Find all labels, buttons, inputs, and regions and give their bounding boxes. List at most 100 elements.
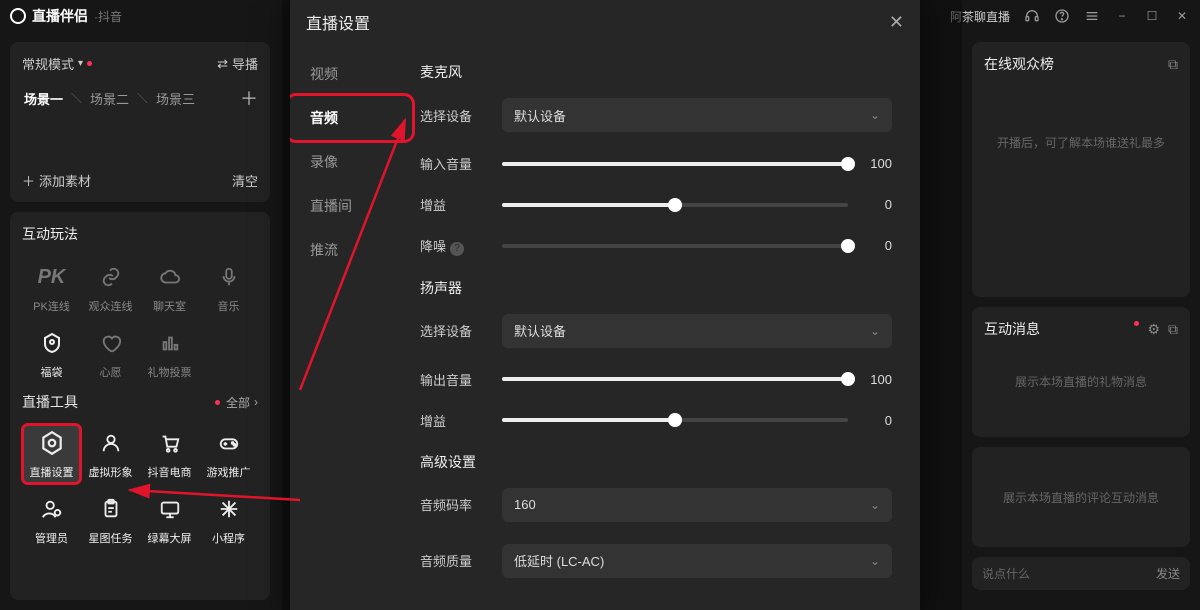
speaker-device-select[interactable]: 默认设备⌄ <box>502 314 892 348</box>
star-task-button[interactable]: 星图任务 <box>81 490 140 550</box>
advanced-section-title: 高级设置 <box>420 452 892 472</box>
add-scene-button[interactable]: ＋ <box>240 85 258 111</box>
popout-icon[interactable]: ⧉ <box>1168 321 1178 338</box>
modal-close-button[interactable]: ✕ <box>889 12 904 33</box>
cart-icon <box>155 428 185 458</box>
scene-tab-3[interactable]: 场景三 <box>154 87 197 110</box>
gear-icon <box>37 428 67 458</box>
messages-card: 互动消息 ⚙⧉ 展示本场直播的礼物消息 <box>972 307 1190 437</box>
add-material-button[interactable]: ＋ 添加素材 <box>22 171 91 190</box>
speaker-gain-label: 增益 <box>420 411 488 430</box>
modal-title: 直播设置 <box>306 10 370 34</box>
chat-label: 聊天室 <box>153 298 186 314</box>
bag-label: 福袋 <box>41 364 63 380</box>
quality-select[interactable]: 低延时 (LC-AC)⌄ <box>502 544 892 578</box>
live-settings-button[interactable]: 直播设置 <box>22 424 81 484</box>
audience-link-button[interactable]: 观众连线 <box>81 258 140 318</box>
mic-device-select[interactable]: 默认设备 ⌄ <box>502 98 892 132</box>
mic-device-value: 默认设备 <box>514 106 566 125</box>
avatar-label: 虚拟形象 <box>89 464 133 480</box>
send-button[interactable]: 发送 <box>1156 565 1180 582</box>
right-sidebar: 在线观众榜 ⧉ 开播后，可了解本场谁送礼最多 互动消息 ⚙⧉ 展示本场直播的礼物… <box>962 32 1200 610</box>
nav-video[interactable]: 视频 <box>290 54 410 94</box>
denoise-value: 0 <box>862 238 892 253</box>
output-volume-slider[interactable] <box>502 377 848 381</box>
game-promo-button[interactable]: 游戏推广 <box>199 424 258 484</box>
comment-input[interactable]: 说点什么 <box>982 565 1030 582</box>
scene-tab-2[interactable]: 场景二 <box>88 87 131 110</box>
bitrate-select[interactable]: 160 ⌄ <box>502 488 892 522</box>
output-volume-value: 100 <box>862 372 892 387</box>
speaker-gain-slider[interactable] <box>502 418 848 422</box>
input-volume-label: 输入音量 <box>420 154 488 173</box>
interact-title: 互动玩法 <box>22 224 258 244</box>
ec-label: 抖音电商 <box>148 464 192 480</box>
nav-push[interactable]: 推流 <box>290 230 410 270</box>
settings-modal: 直播设置 ✕ 视频 音频 录像 直播间 推流 麦克风 选择设备 默认设备 ⌄ 输入… <box>290 0 920 610</box>
user-name[interactable]: 阿茶聊直播 <box>950 8 1010 25</box>
mic-section-title: 麦克风 <box>420 62 892 82</box>
help-icon[interactable]: ? <box>450 242 464 256</box>
miniapp-button[interactable]: 小程序 <box>199 490 258 550</box>
nav-room[interactable]: 直播间 <box>290 186 410 226</box>
mic-icon <box>214 262 244 292</box>
help-icon[interactable] <box>1054 8 1070 24</box>
nav-record[interactable]: 录像 <box>290 142 410 182</box>
menu-icon[interactable] <box>1084 8 1100 24</box>
modal-content: 麦克风 选择设备 默认设备 ⌄ 输入音量 100 增益 0 <box>410 44 920 610</box>
mic-gain-slider[interactable] <box>502 203 848 207</box>
input-volume-slider[interactable] <box>502 162 848 166</box>
avatar-button[interactable]: 虚拟形象 <box>81 424 140 484</box>
mini-label: 小程序 <box>212 530 245 546</box>
headset-icon[interactable] <box>1024 8 1040 24</box>
heart-icon <box>96 328 126 358</box>
music-button[interactable]: 音乐 <box>199 258 258 318</box>
tools-title: 直播工具 <box>22 392 78 412</box>
viewers-title: 在线观众榜 <box>984 54 1054 74</box>
nav-audio[interactable]: 音频 <box>290 98 410 138</box>
denoise-label: 降噪? <box>420 236 488 256</box>
modal-nav: 视频 音频 录像 直播间 推流 <box>290 44 410 610</box>
pk-label: PK连线 <box>33 298 70 314</box>
poll-label: 礼物投票 <box>148 364 192 380</box>
scene-tab-1[interactable]: 场景一 <box>22 87 65 110</box>
director-button[interactable]: ⇄ 导播 <box>217 54 258 73</box>
speaker-device-value: 默认设备 <box>514 321 566 340</box>
wish-button[interactable]: 心愿 <box>81 324 140 384</box>
popout-icon[interactable]: ⧉ <box>1168 56 1178 73</box>
admin-button[interactable]: 管理员 <box>22 490 81 550</box>
wish-label: 心愿 <box>100 364 122 380</box>
director-label: 导播 <box>232 54 258 73</box>
bitrate-value: 160 <box>514 497 536 512</box>
mic-device-label: 选择设备 <box>420 106 488 125</box>
chatroom-button[interactable]: 聊天室 <box>140 258 199 318</box>
speaker-gain-value: 0 <box>862 413 892 428</box>
mode-label: 常规模式 <box>22 54 74 73</box>
green-label: 绿幕大屏 <box>148 530 192 546</box>
settings-icon[interactable]: ⚙ <box>1147 321 1160 338</box>
tools-all-button[interactable]: 全部 › <box>215 394 258 411</box>
chevron-down-icon: ⌄ <box>870 108 880 122</box>
ecommerce-button[interactable]: 抖音电商 <box>140 424 199 484</box>
chevron-down-icon: ⌄ <box>870 554 880 568</box>
all-label: 全部 <box>226 394 250 411</box>
maximize-button[interactable]: ☐ <box>1144 8 1160 24</box>
poll-button[interactable]: 礼物投票 <box>140 324 199 384</box>
person-icon <box>96 428 126 458</box>
viewers-placeholder: 开播后，可了解本场谁送礼最多 <box>984 74 1178 151</box>
denoise-slider[interactable] <box>502 244 848 248</box>
scene-card: 常规模式 ▾ ⇄ 导播 场景一 ＼ 场景二 ＼ 场景三 ＋ ＋ 添加素材 清空 <box>10 42 270 202</box>
minimize-button[interactable]: − <box>1114 8 1130 24</box>
greenscreen-button[interactable]: 绿幕大屏 <box>140 490 199 550</box>
chevron-down-icon: ⌄ <box>870 498 880 512</box>
clear-button[interactable]: 清空 <box>232 171 258 190</box>
spark-icon <box>214 494 244 524</box>
close-button[interactable]: ✕ <box>1174 8 1190 24</box>
app-subtitle: ·抖音 <box>94 8 122 25</box>
pk-button[interactable]: PKPK连线 <box>22 258 81 318</box>
clipboard-icon <box>96 494 126 524</box>
bag-button[interactable]: 福袋 <box>22 324 81 384</box>
mode-dropdown[interactable]: 常规模式 ▾ <box>22 54 92 73</box>
comments-placeholder: 展示本场直播的评论互动消息 <box>984 459 1178 506</box>
admin-label: 管理员 <box>35 530 68 546</box>
